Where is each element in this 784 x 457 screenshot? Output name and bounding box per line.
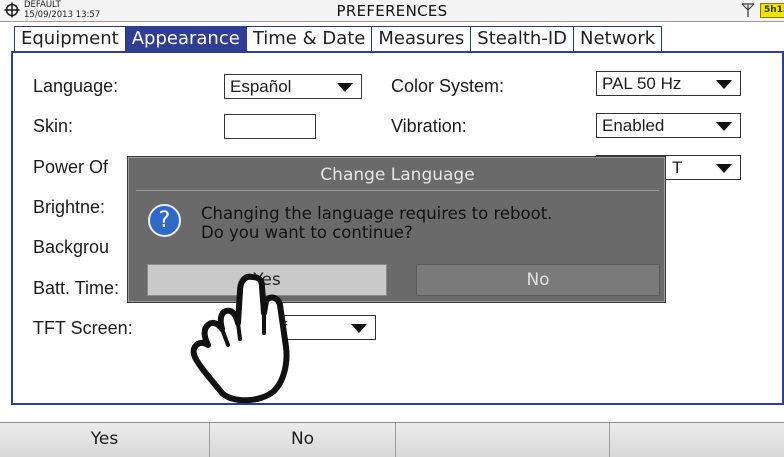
color-system-label: Color System: bbox=[391, 76, 505, 96]
chevron-down-icon bbox=[337, 83, 353, 92]
softkey-4[interactable] bbox=[610, 423, 784, 457]
hand-pointer-icon bbox=[190, 273, 290, 404]
brightness-label: Brightne: bbox=[33, 197, 106, 217]
softkey-bar: Yes No bbox=[0, 422, 784, 457]
dialog-message-line1: Changing the language requires to reboot… bbox=[201, 204, 553, 223]
dialog-title: Change Language bbox=[320, 165, 475, 185]
tft-screen-label: TFT Screen: bbox=[33, 318, 133, 338]
tab-equipment[interactable]: Equipment bbox=[14, 26, 126, 52]
chevron-down-icon bbox=[351, 324, 367, 333]
language-label: Language: bbox=[33, 76, 119, 96]
vibration-label: Vibration: bbox=[391, 116, 467, 136]
background-label: Backgrou bbox=[33, 237, 110, 257]
language-value: Español bbox=[230, 77, 292, 96]
power-off-label: Power Of bbox=[33, 157, 109, 177]
tab-time-date[interactable]: Time & Date bbox=[246, 26, 373, 52]
batt-time-label: Batt. Time: bbox=[33, 278, 120, 298]
dialog-message-line2: Do you want to continue? bbox=[201, 223, 413, 242]
color-system-dropdown[interactable]: PAL 50 Hz bbox=[596, 71, 741, 96]
tab-appearance[interactable]: Appearance bbox=[125, 26, 247, 52]
antenna-icon bbox=[741, 3, 755, 17]
chevron-down-icon bbox=[716, 122, 732, 131]
skin-label: Skin: bbox=[33, 116, 74, 136]
no-button[interactable]: No bbox=[416, 264, 660, 296]
tab-network[interactable]: Network bbox=[573, 26, 663, 52]
vibration-dropdown[interactable]: Enabled bbox=[596, 113, 741, 138]
chevron-down-icon bbox=[716, 164, 732, 173]
dialog-divider bbox=[136, 190, 659, 191]
tab-bar: Equipment Appearance Time & Date Measure… bbox=[14, 26, 663, 52]
skin-dropdown[interactable] bbox=[224, 114, 316, 139]
softkey-no[interactable]: No bbox=[210, 423, 396, 457]
softkey-3[interactable] bbox=[396, 423, 610, 457]
chevron-down-icon bbox=[716, 80, 732, 89]
tab-measures[interactable]: Measures bbox=[372, 26, 472, 52]
vibration-value: Enabled bbox=[602, 116, 665, 135]
status-bar: DEFAULT 15/09/2013 13:57 PREFERENCES 5h1… bbox=[0, 0, 784, 22]
battery-badge: 5h15 bbox=[760, 3, 784, 18]
color-system-value: PAL 50 Hz bbox=[602, 74, 682, 93]
question-icon: ? bbox=[148, 204, 181, 237]
tab-stealth-id[interactable]: Stealth-ID bbox=[471, 26, 574, 52]
page-title: PREFERENCES bbox=[336, 2, 448, 20]
softkey-yes[interactable]: Yes bbox=[0, 423, 210, 457]
language-dropdown[interactable]: Español bbox=[224, 74, 362, 99]
